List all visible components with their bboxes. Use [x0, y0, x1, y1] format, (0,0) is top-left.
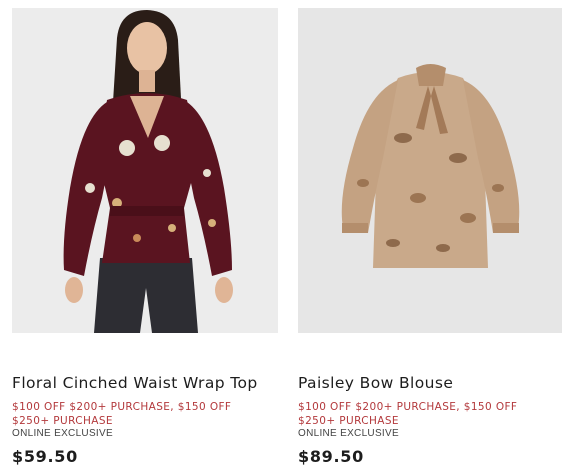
product-title[interactable]: Paisley Bow Blouse	[298, 374, 453, 392]
online-exclusive-badge: ONLINE EXCLUSIVE	[12, 428, 113, 439]
product-image[interactable]	[298, 8, 562, 333]
product-price: $89.50	[298, 447, 364, 466]
online-exclusive-badge: ONLINE EXCLUSIVE	[298, 428, 399, 439]
promo-text: $100 OFF $200+ PURCHASE, $150 OFF $250+ …	[12, 401, 232, 427]
product-price: $59.50	[12, 447, 78, 466]
product-image[interactable]	[12, 8, 278, 333]
product-title[interactable]: Floral Cinched Waist Wrap Top	[12, 374, 258, 392]
product-photo-model	[12, 8, 278, 333]
promo-text: $100 OFF $200+ PURCHASE, $150 OFF $250+ …	[298, 401, 518, 427]
product-photo-blouse	[298, 8, 562, 333]
